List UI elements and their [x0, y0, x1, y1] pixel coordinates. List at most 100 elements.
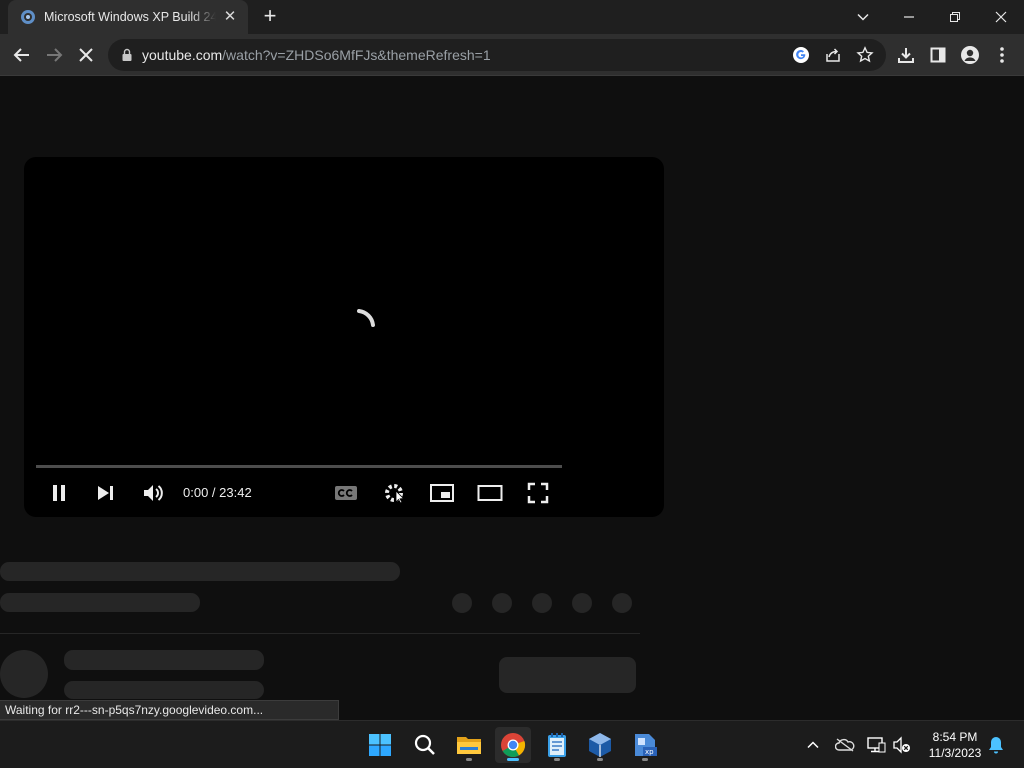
page-content: 0:00 / 23:42 [0, 77, 1024, 720]
browser-tab[interactable]: Microsoft Windows XP Build 2495 ✕ [8, 0, 248, 34]
close-icon [995, 11, 1007, 23]
taskbar: xp 8:54 PM 11/3/2023 [0, 720, 1024, 768]
minimize-icon [904, 16, 914, 18]
search-icon [414, 734, 435, 755]
google-icon [793, 47, 809, 63]
title-skeleton [0, 562, 400, 581]
notepad-icon [548, 733, 566, 757]
video-progress-bar[interactable] [36, 465, 562, 468]
network-tray-icon[interactable] [866, 735, 886, 755]
star-icon [856, 46, 874, 63]
restore-icon [950, 12, 960, 22]
new-tab-button[interactable]: + [258, 5, 282, 29]
address-bar[interactable]: youtube.com/watch?v=ZHDSo6MfFJs&themeRef… [108, 39, 886, 71]
next-button[interactable] [92, 480, 118, 506]
url-path: /watch?v=ZHDSo6MfFJs&themeRefresh=1 [222, 47, 491, 63]
onedrive-tray-icon[interactable] [835, 735, 855, 755]
browser-toolbar: youtube.com/watch?v=ZHDSo6MfFJs&themeRef… [0, 34, 1024, 76]
chrome-icon [501, 733, 526, 758]
miniplayer-icon [430, 484, 454, 502]
fullscreen-icon [527, 482, 549, 504]
google-lens-button[interactable] [791, 45, 811, 65]
settings-button[interactable] [380, 480, 408, 506]
taskbar-notepad[interactable] [539, 727, 575, 763]
taskbar-search-button[interactable] [407, 727, 443, 763]
channel-name-skeleton [64, 650, 264, 670]
taskbar-xp-vm[interactable]: xp [627, 727, 663, 763]
taskbar-file-explorer[interactable] [451, 727, 487, 763]
mute-button[interactable] [140, 480, 166, 506]
onedrive-icon [835, 738, 855, 752]
arrow-right-icon [47, 48, 63, 62]
volume-tray-icon[interactable] [892, 735, 912, 755]
video-player[interactable]: 0:00 / 23:42 [24, 157, 664, 517]
miniplayer-button[interactable] [428, 480, 456, 506]
volume-icon [144, 485, 163, 501]
stop-loading-button[interactable] [72, 41, 100, 69]
running-indicator [597, 758, 603, 761]
close-window-button[interactable] [978, 0, 1024, 34]
side-panel-icon [930, 47, 946, 63]
share-button[interactable] [823, 45, 843, 65]
minimize-button[interactable] [886, 0, 932, 34]
gear-icon [385, 484, 405, 504]
content-divider [0, 633, 640, 634]
tab-favicon-icon [21, 10, 35, 24]
forward-button[interactable] [40, 41, 68, 69]
action-skeleton [492, 593, 512, 613]
share-icon [826, 48, 840, 62]
tab-search-button[interactable] [840, 0, 886, 34]
svg-text:xp: xp [645, 748, 654, 756]
url-text: youtube.com/watch?v=ZHDSo6MfFJs&themeRef… [142, 47, 491, 63]
subscribe-button-skeleton [499, 657, 636, 693]
avatar-skeleton [0, 650, 48, 698]
show-hidden-icons-button[interactable] [803, 735, 823, 755]
profile-avatar-icon [961, 46, 979, 64]
more-vertical-icon [1000, 47, 1004, 63]
start-button[interactable] [362, 727, 398, 763]
tab-strip: Microsoft Windows XP Build 2495 ✕ + [0, 0, 1024, 34]
loading-spinner-icon [357, 309, 375, 327]
running-indicator [554, 758, 560, 761]
virtualbox-icon [589, 733, 611, 757]
stop-x-icon [79, 48, 93, 62]
file-explorer-icon [457, 737, 481, 754]
subtitles-button[interactable] [332, 480, 360, 506]
fullscreen-button[interactable] [524, 480, 552, 506]
lock-icon [122, 48, 132, 61]
tab-title: Microsoft Windows XP Build 2495 [44, 10, 216, 24]
network-icon [867, 737, 886, 753]
restore-button[interactable] [932, 0, 978, 34]
theater-mode-icon [477, 485, 503, 501]
action-skeleton [532, 593, 552, 613]
chevron-up-icon [807, 741, 819, 749]
action-skeleton [452, 593, 472, 613]
download-icon [898, 48, 914, 63]
channel-skeleton [0, 593, 200, 612]
browser-menu-button[interactable] [988, 41, 1016, 69]
profile-button[interactable] [956, 41, 984, 69]
taskbar-chrome[interactable] [495, 727, 531, 763]
url-host: youtube.com [142, 47, 223, 63]
notifications-button[interactable] [986, 735, 1006, 755]
downloads-button[interactable] [892, 41, 920, 69]
bookmark-button[interactable] [855, 45, 875, 65]
subscribers-skeleton [64, 681, 264, 699]
volume-muted-icon [893, 736, 910, 754]
arrow-left-icon [13, 48, 29, 62]
side-panel-button[interactable] [924, 41, 952, 69]
running-indicator [642, 758, 648, 761]
taskbar-clock[interactable]: 8:54 PM 11/3/2023 [920, 729, 990, 761]
back-button[interactable] [8, 41, 36, 69]
pause-button[interactable] [46, 480, 72, 506]
windows-start-icon [369, 734, 391, 756]
time-display: 0:00 / 23:42 [183, 485, 252, 500]
running-indicator [466, 758, 472, 761]
chevron-down-icon [857, 13, 869, 21]
skip-next-icon [98, 486, 113, 500]
taskbar-virtualbox[interactable] [582, 727, 618, 763]
closed-captions-icon [335, 486, 357, 500]
clock-time: 8:54 PM [932, 730, 978, 744]
tab-close-icon[interactable]: ✕ [222, 9, 238, 25]
theater-mode-button[interactable] [476, 480, 504, 506]
